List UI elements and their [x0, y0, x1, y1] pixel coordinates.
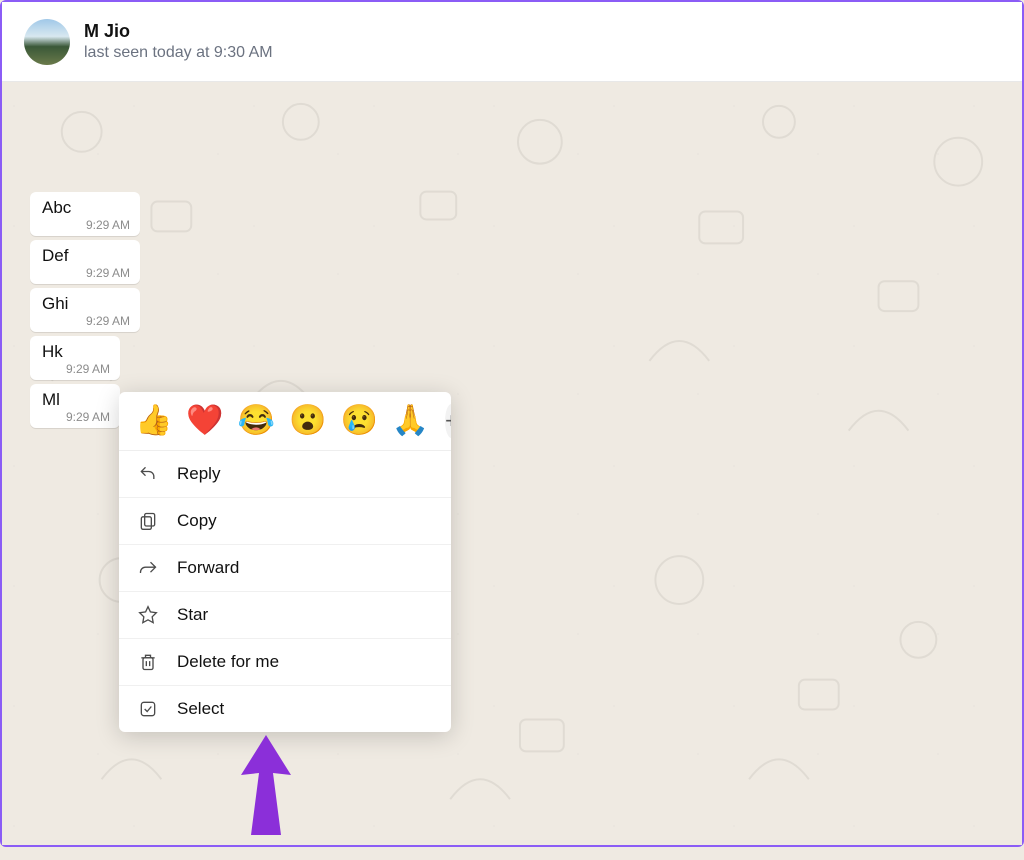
message-time: 9:29 AM	[86, 266, 130, 280]
plus-icon: +	[445, 410, 451, 432]
message-text: Abc	[42, 198, 71, 217]
select-icon	[137, 699, 159, 719]
reaction-sad[interactable]: 😢	[340, 406, 377, 436]
reaction-laugh[interactable]: 😂	[238, 406, 275, 436]
message-bubble[interactable]: Ghi 9:29 AM	[30, 288, 140, 332]
menu-select[interactable]: Select	[119, 686, 451, 732]
menu-item-label: Select	[177, 699, 224, 719]
message-bubble[interactable]: Abc 9:29 AM	[30, 192, 140, 236]
menu-item-label: Copy	[177, 511, 217, 531]
message-row: Hk 9:29 AM	[30, 336, 1022, 380]
reaction-wow[interactable]: 😮	[289, 406, 326, 436]
reaction-bar: 👍 ❤️ 😂 😮 😢 🙏 +	[119, 392, 451, 451]
chat-header[interactable]: M Jio last seen today at 9:30 AM	[2, 2, 1022, 82]
message-text: Ml	[42, 390, 60, 409]
menu-star[interactable]: Star	[119, 592, 451, 639]
reaction-heart[interactable]: ❤️	[186, 406, 223, 436]
message-bubble[interactable]: Def 9:29 AM	[30, 240, 140, 284]
menu-item-label: Forward	[177, 558, 239, 578]
menu-copy[interactable]: Copy	[119, 498, 451, 545]
menu-item-label: Star	[177, 605, 208, 625]
message-text: Hk	[42, 342, 63, 361]
message-text: Ghi	[42, 294, 68, 313]
menu-item-label: Delete for me	[177, 652, 279, 672]
contact-name: M Jio	[84, 21, 273, 42]
forward-icon	[137, 558, 159, 578]
cursor-annotation	[231, 735, 301, 860]
reply-icon	[137, 464, 159, 484]
message-time: 9:29 AM	[66, 362, 110, 376]
reaction-thumbs-up[interactable]: 👍	[135, 406, 172, 436]
reaction-pray[interactable]: 🙏	[392, 406, 429, 436]
contact-status: last seen today at 9:30 AM	[84, 44, 273, 62]
copy-icon	[137, 511, 159, 531]
reaction-more-button[interactable]: +	[445, 404, 451, 438]
message-bubble[interactable]: Hk 9:29 AM	[30, 336, 120, 380]
menu-item-label: Reply	[177, 464, 220, 484]
message-row: Def 9:29 AM	[30, 240, 1022, 284]
chat-area: Abc 9:29 AM Def 9:29 AM Ghi 9:29 AM Hk 9…	[2, 82, 1022, 845]
message-row: Abc 9:29 AM	[30, 192, 1022, 236]
menu-reply[interactable]: Reply	[119, 451, 451, 498]
contact-info: M Jio last seen today at 9:30 AM	[84, 21, 273, 62]
message-context-menu: 👍 ❤️ 😂 😮 😢 🙏 + Reply Copy	[119, 392, 451, 732]
avatar[interactable]	[24, 19, 70, 65]
star-icon	[137, 605, 159, 625]
message-time: 9:29 AM	[86, 314, 130, 328]
message-time: 9:29 AM	[66, 410, 110, 424]
menu-forward[interactable]: Forward	[119, 545, 451, 592]
message-time: 9:29 AM	[86, 218, 130, 232]
message-bubble[interactable]: Ml 9:29 AM	[30, 384, 120, 428]
trash-icon	[137, 652, 159, 672]
message-row: Ghi 9:29 AM	[30, 288, 1022, 332]
menu-delete[interactable]: Delete for me	[119, 639, 451, 686]
message-text: Def	[42, 246, 68, 265]
